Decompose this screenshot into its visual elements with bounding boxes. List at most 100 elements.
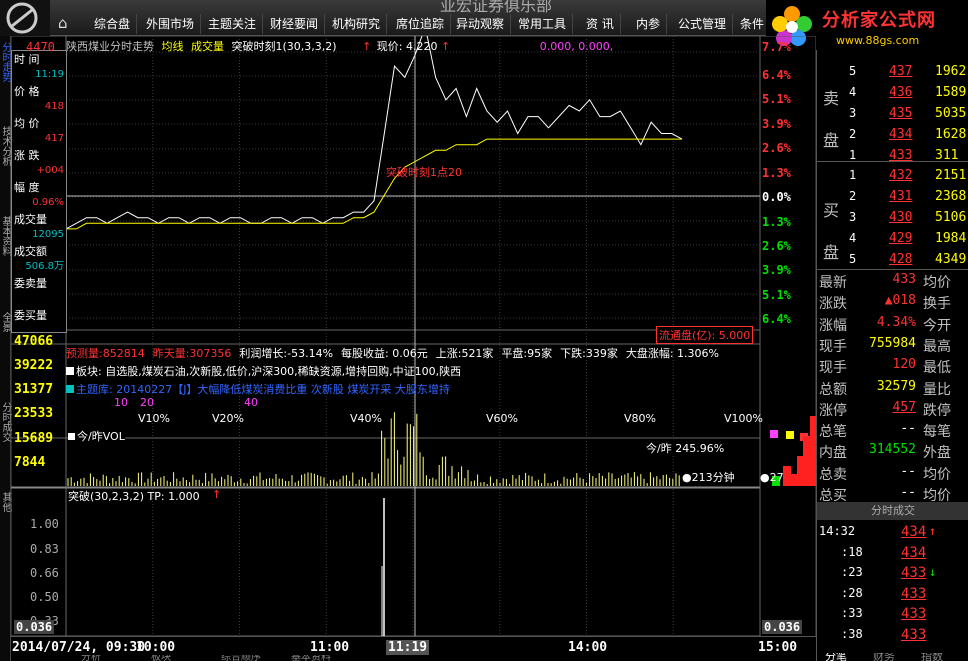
brand-url: www.88gs.com	[836, 34, 920, 47]
checkbox-icon-2[interactable]	[66, 385, 74, 393]
tick-price-1: 434	[901, 544, 927, 561]
tick-arrow-icon-0: ↑	[929, 524, 937, 538]
time-label-5: 15:00	[758, 640, 798, 655]
price-arrow-icon-2: ↑	[441, 40, 451, 53]
info-key-0: 时 间	[14, 53, 40, 66]
buy-vol-0: 2151	[935, 168, 967, 183]
stat-key2-2: 今开	[923, 317, 951, 334]
time-label-1: 10:00	[136, 640, 176, 655]
sell-level-1: 4	[849, 85, 857, 99]
ticks-header[interactable]: 分时成交	[817, 502, 968, 520]
osc-arrow-icon: ↑	[212, 488, 222, 501]
stat-key2-9: 均价	[923, 466, 951, 483]
tick-time-2: :23	[841, 565, 863, 579]
checkbox-icon[interactable]	[66, 367, 74, 375]
stat-key-0: 最新	[819, 275, 847, 291]
sell-price-0[interactable]: 437	[889, 64, 912, 79]
sell-level-3: 2	[849, 127, 857, 141]
stat-key2-7: 每笔	[923, 424, 951, 441]
stat-val-4: 120	[892, 357, 916, 373]
stat-key2-3: 最高	[923, 338, 951, 355]
right-tab-2[interactable]: 指数	[921, 653, 943, 661]
tick-price-2: 433	[901, 565, 927, 581]
stat-val-0: 433	[892, 272, 916, 287]
osc-axis-label-1: 0.83	[30, 542, 59, 556]
stat-key-3: 现手	[819, 338, 847, 355]
menu-item-3[interactable]: 财经要闻	[264, 14, 326, 34]
sell-vol-0: 1962	[935, 64, 967, 79]
avg-line-label: 均线	[161, 40, 184, 53]
right-tab-0[interactable]: 分笔	[825, 653, 847, 661]
sell-price-1[interactable]: 436	[889, 85, 912, 100]
menu-item-7[interactable]: 常用工具	[512, 14, 574, 34]
price-axis-label-0: 7.7%	[762, 40, 791, 54]
menu-item-6[interactable]: 异动观察	[450, 14, 512, 34]
menu-item-8[interactable]: 资 讯	[580, 14, 621, 34]
buy-price-1[interactable]: 431	[889, 189, 912, 204]
buy-vol-3: 1984	[935, 231, 967, 246]
vol-axis-label-1: 39222	[14, 358, 54, 373]
mini-vol-bar	[790, 474, 798, 486]
buy-price-2[interactable]: 430	[889, 210, 912, 225]
stat-val-3: 755984	[869, 335, 916, 351]
stat-key-7: 总笔	[819, 424, 847, 441]
stat-key2-4: 最低	[923, 360, 951, 377]
buy-price-0[interactable]: 432	[889, 168, 912, 183]
menu-item-2[interactable]: 主题关注	[202, 14, 264, 34]
sell-price-3[interactable]: 434	[889, 127, 912, 142]
stat-key2-1: 换手	[923, 296, 951, 313]
osc-right-value: 0.036	[762, 620, 803, 634]
info-key-6: 成交额	[14, 245, 47, 258]
tick-price-3: 433	[901, 585, 927, 602]
sell-price-4[interactable]: 433	[889, 148, 912, 163]
buy-price-4[interactable]: 428	[889, 252, 912, 267]
info-val-5: 12095	[32, 229, 64, 240]
stat-val-8: 314552	[869, 442, 916, 458]
price-axis-label-2: 5.1%	[762, 92, 791, 106]
sell-level-4: 1	[849, 148, 857, 162]
stat-key-2: 涨幅	[819, 317, 847, 334]
stat-key-9: 总卖	[819, 466, 847, 483]
info-stat-6: 下跌:339家	[560, 347, 618, 360]
vol-pct-label-5: V100%	[724, 412, 763, 425]
sell-price-2[interactable]: 435	[889, 106, 912, 121]
tick-time-0: 14:32	[819, 524, 856, 538]
vol-count: ●27	[760, 471, 784, 484]
avg-line	[66, 138, 682, 230]
sell-level-0: 5	[849, 64, 857, 78]
sell-vol-4: 311	[935, 148, 959, 163]
buy-label: 买盘	[823, 201, 840, 262]
checkbox-icon-3[interactable]	[68, 433, 75, 440]
menu-item-4[interactable]: 机构研究	[326, 14, 388, 34]
bottom-tab-1[interactable]: 板块	[151, 655, 171, 661]
vol-axis-label-5: 7844	[14, 455, 46, 470]
buy-vol-4: 4349	[935, 252, 967, 267]
price-line	[65, 36, 683, 230]
menu-item-9[interactable]: 内参	[630, 14, 668, 34]
stat-key-5: 总额	[819, 381, 847, 398]
price-axis-label-5: 1.3%	[762, 166, 791, 180]
sell-vol-3: 1628	[935, 127, 967, 142]
tick-price-5: 433	[901, 626, 927, 643]
bottom-tab-3[interactable]: 基本资料	[291, 655, 331, 661]
info-val-6: 506.8万	[25, 261, 64, 272]
menu-item-1[interactable]: 外围市场	[140, 14, 202, 34]
tick-highlight	[817, 626, 968, 644]
buy-vol-2: 5106	[935, 210, 967, 225]
right-tab-1[interactable]: 财务	[873, 653, 895, 661]
menu-item-5[interactable]: 席位追踪	[390, 14, 452, 34]
buy-price-3[interactable]: 429	[889, 231, 912, 246]
vol-axis-label-2: 31377	[14, 382, 54, 397]
bottom-tab-0[interactable]: 分析	[81, 655, 101, 661]
bottom-tab-2[interactable]: 综合顺序	[221, 655, 261, 661]
quote-panel: 卖盘 买盘 5 437 1962 4 436 1589 3 435 5035 2 434 1628 1 433…	[816, 50, 968, 661]
mini-bar	[770, 430, 778, 438]
price-arrow-icon: ↑	[362, 40, 372, 53]
header-extra: 0.000, 0.000,	[539, 40, 614, 53]
menu-item-0[interactable]: 综合盘	[88, 14, 138, 34]
sell-level-2: 3	[849, 106, 857, 120]
home-icon[interactable]: ⌂	[58, 14, 76, 32]
info-key-7: 委卖量	[14, 277, 47, 290]
menu-item-10[interactable]: 公式管理	[672, 14, 734, 34]
theme-text: 主题库: 20140227【J】大幅降低煤炭消费比重 次新股 煤炭开采 大股东增…	[76, 383, 450, 396]
